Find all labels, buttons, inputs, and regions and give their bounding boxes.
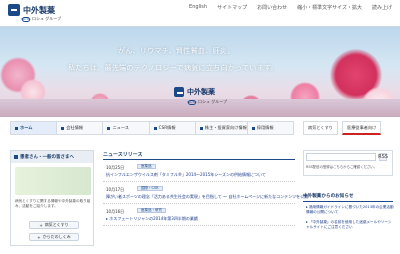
news-item[interactable]: 10月17日 国際・CSR 障がい者スポーツの理念「活力ある共生社会の実現」を目… bbox=[103, 186, 308, 204]
roche-group-label: Roche ロシュ グループ bbox=[21, 16, 62, 22]
news-link[interactable]: ▸ ホスフェートリジャンの2014年第3四半期の業績 bbox=[106, 216, 198, 222]
nav-csr-label: CSR情報 bbox=[158, 125, 176, 130]
hero-banner: がん、リウマチ、腎性貧血、肝炎。 私たちは、最先端のテクノロジーで病気に立ち向か… bbox=[0, 27, 400, 117]
nav-investors-label: 株主・投資家向け情報 bbox=[204, 125, 247, 130]
roche-badge-icon: Roche bbox=[21, 16, 31, 22]
bullet-icon bbox=[251, 126, 255, 130]
font-size-controls[interactable]: 縮小・標準文字サイズ・拡大 bbox=[297, 4, 362, 11]
news-section-title: ニュースリリース bbox=[103, 150, 295, 160]
nav-csr[interactable]: CSR情報 bbox=[150, 122, 196, 134]
news-link[interactable]: 抗インフルエンザウイルス剤「タミフル®」2014～2015年シーズンの供給情報に… bbox=[106, 172, 266, 178]
patients-panel-desc: 病気とくすりに関する情報や中外製薬の取り組み、活動をご紹介します。 bbox=[15, 199, 91, 208]
body-mechanism-button-label: からだのしくみ bbox=[42, 234, 71, 239]
audience-buttons: 病気とくすり 医療従事者向け bbox=[303, 121, 382, 135]
nav-company[interactable]: 会社情報 bbox=[57, 122, 104, 134]
rss-note: RSS配信の登録はこちらからご確認ください。 bbox=[306, 165, 378, 169]
hero-logo-text: 中外製薬 bbox=[187, 88, 215, 96]
logo-mark-icon bbox=[174, 87, 184, 97]
rss-box: RSS RSS配信の登録はこちらからご確認ください。 bbox=[303, 150, 393, 176]
nav-home-label: ホーム bbox=[20, 125, 33, 130]
medical-professionals-button[interactable]: 医療従事者向け bbox=[342, 121, 382, 135]
link-sitemap[interactable]: サイトマップ bbox=[217, 4, 247, 11]
patients-panel: 患者さん・一般の皆さまへ 病気とくすりに関する情報や中外製薬の取り組み、活動をご… bbox=[10, 150, 94, 246]
patients-panel-title: 患者さん・一般の皆さまへ bbox=[11, 151, 93, 163]
site-header: 中外製薬 Roche ロシュ グループ English サイトマップ お問い合わ… bbox=[0, 0, 400, 26]
patients-illustration bbox=[15, 167, 91, 195]
hero-logo: 中外製薬 bbox=[174, 87, 215, 97]
nav-home[interactable]: ホーム bbox=[11, 122, 58, 134]
plus-icon: + bbox=[39, 222, 43, 228]
nav-recruit[interactable]: 採用情報 bbox=[248, 122, 293, 134]
rss-search-input[interactable] bbox=[306, 153, 376, 161]
nav-news-label: ニュース bbox=[112, 125, 129, 130]
hero-roche-label: Roche ロシュ グループ bbox=[187, 99, 228, 105]
link-english[interactable]: English bbox=[189, 4, 207, 11]
news-category-badge: 医薬品・研究 bbox=[137, 208, 166, 213]
rss-icon[interactable]: RSS bbox=[378, 153, 388, 161]
bullet-icon bbox=[107, 126, 111, 130]
nav-recruit-label: 採用情報 bbox=[256, 125, 274, 130]
news-category-badge: 医薬品 bbox=[137, 164, 156, 169]
roche-badge-icon: Roche bbox=[187, 99, 197, 105]
diseases-button[interactable]: + 病気とくすり bbox=[29, 221, 79, 229]
link-readaloud[interactable]: 読み上げ bbox=[372, 4, 392, 11]
news-link[interactable]: 障がい者スポーツの理念「活力ある共生社会の実現」を目指して ～ 自社ホームページ… bbox=[106, 194, 308, 200]
nav-company-label: 会社情報 bbox=[66, 125, 83, 130]
roche-group-text: ロシュ グループ bbox=[32, 16, 62, 21]
logo-text: 中外製薬 bbox=[23, 5, 55, 15]
news-item[interactable]: 10月25日 医薬品 抗インフルエンザウイルス剤「タミフル®」2014～2015… bbox=[103, 164, 295, 182]
news-category-badge: 国際・CSR bbox=[137, 186, 163, 191]
news-link-text: ホスフェートリジャンの2014年第3四半期の業績 bbox=[109, 216, 198, 221]
bullet-icon bbox=[153, 126, 157, 130]
notices-title: 中外製薬からのお知らせ bbox=[303, 193, 393, 202]
logo-mark-icon bbox=[8, 4, 20, 16]
link-contact[interactable]: お問い合わせ bbox=[257, 4, 287, 11]
company-logo[interactable]: 中外製薬 bbox=[8, 4, 55, 16]
nav-news[interactable]: ニュース bbox=[103, 122, 150, 134]
news-date: 10月16日 bbox=[106, 209, 125, 214]
notice-link[interactable]: ▸ 「中外製薬」の名前を使用した迷惑メールやソーシャルサイトにご注意ください bbox=[306, 220, 394, 230]
diseases-button-label: 病気とくすり bbox=[44, 222, 69, 227]
nav-investors[interactable]: 株主・投資家向け情報 bbox=[196, 122, 248, 134]
news-release-section: ニュースリリース 10月25日 医薬品 抗インフルエンザウイルス剤「タミフル®」… bbox=[103, 150, 308, 250]
square-bullet-icon bbox=[14, 155, 18, 159]
plus-icon: + bbox=[37, 234, 41, 240]
hero-headline: がん、リウマチ、腎性貧血、肝炎。 bbox=[118, 47, 235, 55]
bullet-icon bbox=[15, 126, 18, 130]
hero-roche-text: ロシュ グループ bbox=[198, 99, 228, 104]
hero-subheadline: 私たちは、最先端のテクノロジーで病気に立ち向かっています。 bbox=[68, 64, 278, 72]
body-mechanism-button[interactable]: + からだのしくみ bbox=[29, 233, 79, 241]
utility-links: English サイトマップ お問い合わせ 縮小・標準文字サイズ・拡大 読み上げ bbox=[189, 4, 392, 11]
news-item[interactable]: 10月16日 医薬品・研究 ▸ ホスフェートリジャンの2014年第3四半期の業績 bbox=[103, 208, 295, 226]
arrow-icon: ▸ bbox=[106, 216, 109, 221]
bullet-icon bbox=[61, 126, 65, 130]
diseases-medicine-button[interactable]: 病気とくすり bbox=[303, 121, 338, 135]
bullet-icon bbox=[199, 126, 203, 130]
notice-link[interactable]: ▸ 適用情報ガイドラインに基づいた2013年の企業活動情報の公開について bbox=[306, 205, 394, 215]
patients-panel-title-text: 患者さん・一般の皆さまへ bbox=[20, 155, 74, 160]
main-navigation: ホーム 会社情報 ニュース CSR情報 株主・投資家向け情報 採用情報 bbox=[10, 121, 294, 135]
news-date: 10月17日 bbox=[106, 187, 125, 192]
news-date: 10月25日 bbox=[106, 165, 125, 170]
